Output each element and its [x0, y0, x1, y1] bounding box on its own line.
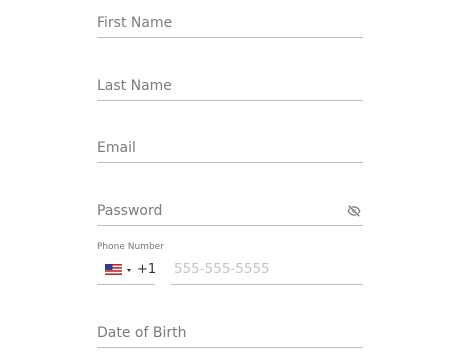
date-of-birth-field[interactable]: Date of Birth [97, 322, 363, 348]
email-field[interactable]: Email [97, 137, 363, 163]
date-of-birth-label: Date of Birth [97, 325, 187, 341]
phone-number-input[interactable]: 555-555-5555 [171, 256, 363, 285]
dial-code: +1 [137, 262, 157, 277]
phone-number-label: Phone Number [97, 242, 164, 252]
password-field[interactable]: Password [97, 200, 363, 226]
eye-off-icon[interactable] [346, 204, 362, 218]
last-name-label: Last Name [97, 78, 172, 94]
password-label: Password [97, 203, 163, 219]
us-flag-icon [105, 264, 122, 275]
phone-placeholder: 555-555-5555 [174, 261, 270, 277]
last-name-field[interactable]: Last Name [97, 75, 363, 101]
chevron-down-icon [127, 269, 131, 272]
first-name-label: First Name [97, 15, 173, 31]
first-name-field[interactable]: First Name [97, 12, 363, 38]
email-label: Email [97, 140, 136, 156]
country-code-select[interactable]: +1 [97, 256, 157, 285]
